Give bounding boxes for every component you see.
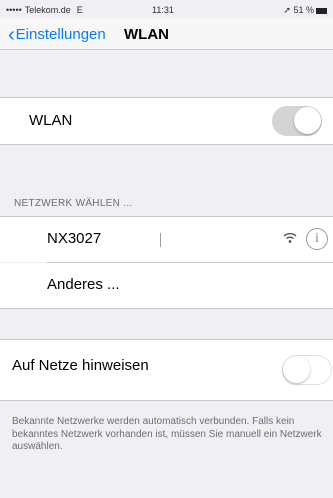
divider [0,400,333,401]
other-network-label: Anderes ... [47,276,120,293]
network-row[interactable]: NX3027 i [0,217,333,262]
divider [0,308,333,309]
other-network-row[interactable]: Anderes ... [0,263,333,308]
ask-networks-label: Auf Netze hinweisen [12,357,149,374]
toggle-knob [283,356,310,383]
wlan-label: WLAN [29,112,73,129]
back-button[interactable]: ‹Einstellungen [8,24,106,47]
location-icon: ➚ [283,5,291,15]
status-right: ➚ 51 % [283,5,327,16]
divider [0,144,333,145]
battery-icon [316,7,327,14]
info-icon[interactable]: i [306,228,328,250]
section-header: NETZWERK WÄHLEN ... [14,198,133,209]
network-type: E [76,5,83,15]
ask-networks-toggle[interactable] [282,355,332,385]
status-bar: ••••• Telekom.de E 11:31 ➚ 51 % [0,0,333,18]
network-name: NX3027 [47,230,102,247]
status-time: 11:31 [152,5,174,15]
toggle-knob [294,107,321,134]
carrier-name: Telekom.de [24,5,71,15]
wlan-row: WLAN [0,98,333,144]
status-left: ••••• Telekom.de E [6,5,83,15]
chevron-left-icon: ‹ [8,24,15,46]
navigation-bar: ‹Einstellungen WLAN [0,18,333,50]
wlan-toggle[interactable] [272,106,322,136]
ask-networks-row: Auf Netze hinweisen [0,340,333,400]
page-title: WLAN [124,26,169,43]
footer-description: Bekannte Netzwerke werden automatisch ve… [12,416,322,452]
battery-percent: 51 % [293,5,314,15]
back-label: Einstellungen [15,26,106,43]
text-cursor [160,233,161,247]
wifi-icon [283,231,297,247]
signal-dots: ••••• [6,5,22,15]
